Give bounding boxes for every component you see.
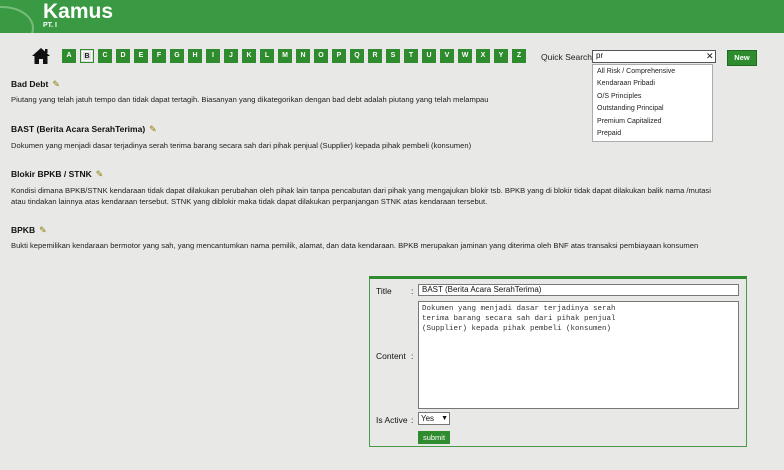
letter-f-button[interactable]: F bbox=[152, 49, 166, 63]
letter-q-button[interactable]: Q bbox=[350, 49, 364, 63]
letter-j-button[interactable]: J bbox=[224, 49, 238, 63]
logo-swoosh bbox=[0, 6, 34, 33]
letter-n-button[interactable]: N bbox=[296, 49, 310, 63]
new-button[interactable]: New bbox=[727, 50, 757, 66]
letter-p-button[interactable]: P bbox=[332, 49, 346, 63]
edit-form: Title : BAST (Berita Acara SerahTerima) … bbox=[369, 276, 747, 447]
clear-search-icon[interactable]: ✕ bbox=[706, 51, 714, 62]
app-title: Kamus bbox=[43, 0, 114, 23]
entry-description-cont: atau tindakan lainnya atas kendaraan ter… bbox=[11, 197, 488, 206]
entry-description: Bukti kepemilikan kendaraan bermotor yan… bbox=[11, 241, 699, 250]
chevron-down-icon: ▼ bbox=[441, 415, 448, 422]
letter-t-button[interactable]: T bbox=[404, 49, 418, 63]
title-input[interactable]: BAST (Berita Acara SerahTerima) bbox=[418, 284, 739, 296]
letter-c-button[interactable]: C bbox=[98, 49, 112, 63]
letter-d-button[interactable]: D bbox=[116, 49, 130, 63]
quick-search-input[interactable]: pr bbox=[592, 50, 716, 63]
is-active-label: Is Active bbox=[376, 415, 408, 425]
entry-title: Blokir BPKB / STNK ✎ bbox=[11, 169, 104, 180]
letter-s-button[interactable]: S bbox=[386, 49, 400, 63]
alphabet-nav: ABCDEFGHIJKLMNOPQRSTUVWXYZ bbox=[62, 49, 530, 63]
entry-title: BPKB ✎ bbox=[11, 225, 47, 236]
letter-g-button[interactable]: G bbox=[170, 49, 184, 63]
content-label: Content bbox=[376, 351, 406, 361]
letter-r-button[interactable]: R bbox=[368, 49, 382, 63]
letter-i-button[interactable]: I bbox=[206, 49, 220, 63]
entry-title: BAST (Berita Acara SerahTerima) ✎ bbox=[11, 124, 157, 135]
letter-h-button[interactable]: H bbox=[188, 49, 202, 63]
letter-u-button[interactable]: U bbox=[422, 49, 436, 63]
edit-pencil-icon[interactable]: ✎ bbox=[52, 79, 60, 90]
suggestion-item[interactable]: Prepaid bbox=[593, 128, 712, 140]
letter-k-button[interactable]: K bbox=[242, 49, 256, 63]
suggestion-item[interactable]: Premium Capitalized bbox=[593, 116, 712, 128]
letter-w-button[interactable]: W bbox=[458, 49, 472, 63]
is-active-select[interactable]: Yes ▼ bbox=[418, 412, 450, 425]
letter-y-button[interactable]: Y bbox=[494, 49, 508, 63]
home-icon[interactable] bbox=[31, 47, 51, 65]
title-label: Title bbox=[376, 286, 392, 296]
entry-description: Piutang yang telah jatuh tempo dan tidak… bbox=[11, 95, 489, 104]
submit-button[interactable]: submit bbox=[418, 431, 450, 444]
suggestion-item[interactable]: Kendaraan Pribadi bbox=[593, 78, 712, 90]
edit-pencil-icon[interactable]: ✎ bbox=[39, 225, 47, 236]
letter-e-button[interactable]: E bbox=[134, 49, 148, 63]
edit-pencil-icon[interactable]: ✎ bbox=[96, 169, 104, 180]
colon: : bbox=[411, 415, 414, 425]
entry-title: Bad Debt ✎ bbox=[11, 79, 60, 90]
letter-a-button[interactable]: A bbox=[62, 49, 76, 63]
letter-v-button[interactable]: V bbox=[440, 49, 454, 63]
entry-description: Dokumen yang menjadi dasar terjadinya se… bbox=[11, 141, 472, 150]
quick-search-label: Quick Search bbox=[541, 52, 593, 62]
letter-m-button[interactable]: M bbox=[278, 49, 292, 63]
letter-b-button[interactable]: B bbox=[80, 49, 94, 63]
edit-pencil-icon[interactable]: ✎ bbox=[149, 124, 157, 135]
colon: : bbox=[411, 286, 414, 296]
app-header: Kamus PT. I bbox=[0, 0, 784, 33]
letter-o-button[interactable]: O bbox=[314, 49, 328, 63]
letter-l-button[interactable]: L bbox=[260, 49, 274, 63]
colon: : bbox=[411, 351, 414, 361]
app-subtitle: PT. I bbox=[43, 22, 58, 29]
letter-z-button[interactable]: Z bbox=[512, 49, 526, 63]
suggestion-item[interactable]: All Risk / Comprehensive bbox=[593, 66, 712, 78]
letter-x-button[interactable]: X bbox=[476, 49, 490, 63]
content-textarea[interactable]: Dokumen yang menjadi dasar terjadinya se… bbox=[418, 301, 739, 409]
